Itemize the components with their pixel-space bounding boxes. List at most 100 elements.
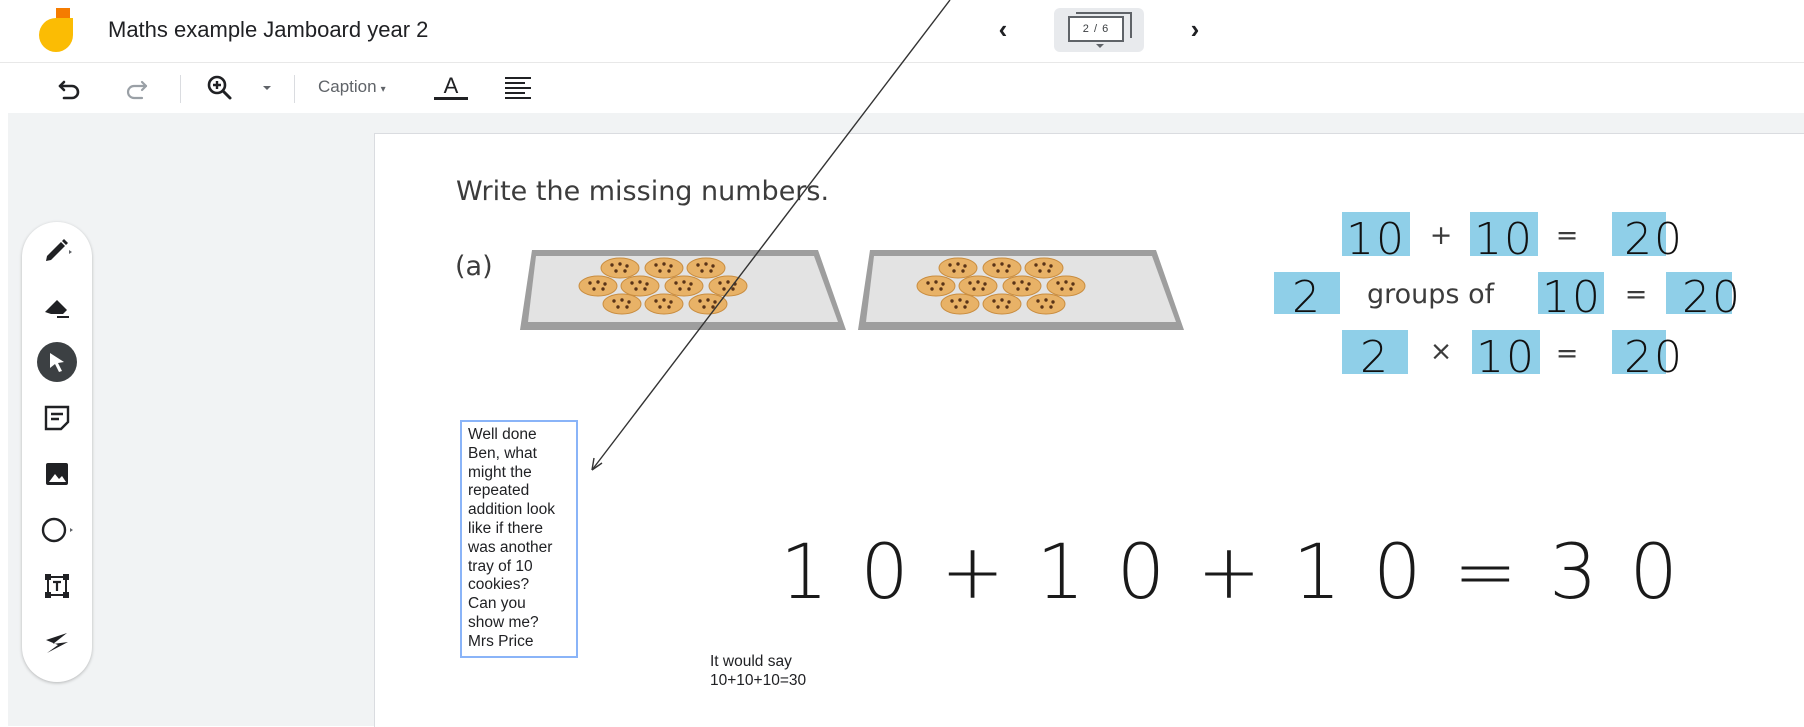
- comment-line: Can you: [468, 595, 526, 613]
- chocolate-chip: [630, 281, 634, 285]
- cookie: [938, 257, 978, 279]
- comment-line: Ben, what: [468, 444, 537, 462]
- handwritten-answer: 20: [1624, 214, 1684, 265]
- cookie-tray-right: [858, 250, 1184, 330]
- chocolate-chip: [610, 263, 614, 267]
- chocolate-chip: [700, 269, 704, 273]
- chocolate-chip: [645, 282, 649, 286]
- comment-line: might the: [468, 463, 532, 481]
- comment-line: was another: [468, 538, 553, 556]
- handwritten-answer: 10: [1474, 214, 1534, 265]
- chocolate-chip: [592, 287, 596, 291]
- chocolate-chip: [1005, 305, 1009, 309]
- equals-sign: =: [1556, 220, 1579, 251]
- chocolate-chip: [689, 282, 693, 286]
- chocolate-chip: [1049, 264, 1053, 268]
- comment-line: Mrs Price: [468, 632, 534, 650]
- cookie: [1046, 275, 1086, 297]
- chocolate-chip: [669, 264, 673, 268]
- handwritten-equation[interactable]: 10+10+10=30: [780, 527, 1710, 616]
- chocolate-chip: [678, 287, 682, 291]
- chocolate-chip: [711, 305, 715, 309]
- chocolate-chip: [934, 280, 938, 284]
- chocolate-chip: [1036, 299, 1040, 303]
- chocolate-chip: [658, 269, 662, 273]
- chocolate-chip: [968, 281, 972, 285]
- comment-line: like if there: [468, 519, 543, 537]
- chocolate-chip: [1060, 287, 1064, 291]
- chocolate-chip: [926, 281, 930, 285]
- cookie: [578, 275, 618, 297]
- chocolate-chip: [612, 299, 616, 303]
- chocolate-chip: [963, 264, 967, 268]
- chocolate-chip: [702, 305, 706, 309]
- chocolate-chip: [601, 287, 605, 291]
- cookie: [664, 275, 704, 297]
- chocolate-chip: [981, 287, 985, 291]
- chocolate-chip: [956, 262, 960, 266]
- chocolate-chip: [1047, 269, 1051, 273]
- pointer-arrow[interactable]: [591, 0, 951, 471]
- chocolate-chip: [603, 282, 607, 286]
- equals-sign: =: [1625, 279, 1648, 310]
- cookie: [1024, 257, 1064, 279]
- chocolate-chip: [667, 269, 671, 273]
- chocolate-chip: [696, 263, 700, 267]
- chocolate-chip: [1044, 298, 1048, 302]
- chocolate-chip: [643, 287, 647, 291]
- comment-line: addition look: [468, 501, 556, 519]
- chocolate-chip: [726, 280, 730, 284]
- chocolate-chip: [1042, 262, 1046, 266]
- chocolate-chip: [627, 300, 631, 304]
- chocolate-chip: [1016, 287, 1020, 291]
- chocolate-chip: [713, 300, 717, 304]
- cookie: [708, 275, 748, 297]
- chocolate-chip: [952, 269, 956, 273]
- cookie: [958, 275, 998, 297]
- chocolate-chip: [669, 300, 673, 304]
- chocolate-chip: [658, 305, 662, 309]
- chocolate-chip: [1038, 269, 1042, 273]
- chocolate-chip: [718, 281, 722, 285]
- chocolate-chip: [623, 269, 627, 273]
- chocolate-chip: [983, 282, 987, 286]
- chocolate-chip: [963, 305, 967, 309]
- chocolate-chip: [1007, 264, 1011, 268]
- chocolate-chip: [1071, 282, 1075, 286]
- cookie: [644, 257, 684, 279]
- handwritten-answer: 20: [1624, 332, 1684, 383]
- comment-line: show me?: [468, 613, 539, 631]
- handwritten-answer: 10: [1346, 214, 1406, 265]
- chocolate-chip: [992, 263, 996, 267]
- chocolate-chip: [625, 264, 629, 268]
- chocolate-chip: [674, 281, 678, 285]
- chocolate-chip: [638, 280, 642, 284]
- cookie: [1026, 293, 1066, 315]
- teacher-comment-box[interactable]: Well done Ben, what might the repeated addit…: [460, 420, 578, 658]
- chocolate-chip: [1012, 281, 1016, 285]
- handwritten-answer: 10: [1476, 332, 1536, 383]
- cookie: [688, 293, 728, 315]
- reply-line: 10+10+10=30: [710, 672, 807, 689]
- chocolate-chip: [1007, 300, 1011, 304]
- chocolate-chip: [950, 299, 954, 303]
- chocolate-chip: [1034, 263, 1038, 267]
- cookie: [644, 293, 684, 315]
- chocolate-chip: [662, 262, 666, 266]
- chocolate-chip: [1056, 281, 1060, 285]
- chocolate-chip: [1027, 282, 1031, 286]
- chocolate-chip: [972, 287, 976, 291]
- cookie: [982, 257, 1022, 279]
- chocolate-chip: [711, 264, 715, 268]
- chocolate-chip: [1000, 262, 1004, 266]
- pupil-reply-text[interactable]: It would say 10+10+10=30: [710, 652, 806, 690]
- chocolate-chip: [616, 305, 620, 309]
- chocolate-chip: [704, 262, 708, 266]
- cookie: [1002, 275, 1042, 297]
- chocolate-chip: [965, 300, 969, 304]
- chocolate-chip: [654, 263, 658, 267]
- chocolate-chip: [1069, 287, 1073, 291]
- chocolate-chip: [996, 269, 1000, 273]
- plus-sign: +: [1430, 220, 1453, 251]
- chocolate-chip: [634, 287, 638, 291]
